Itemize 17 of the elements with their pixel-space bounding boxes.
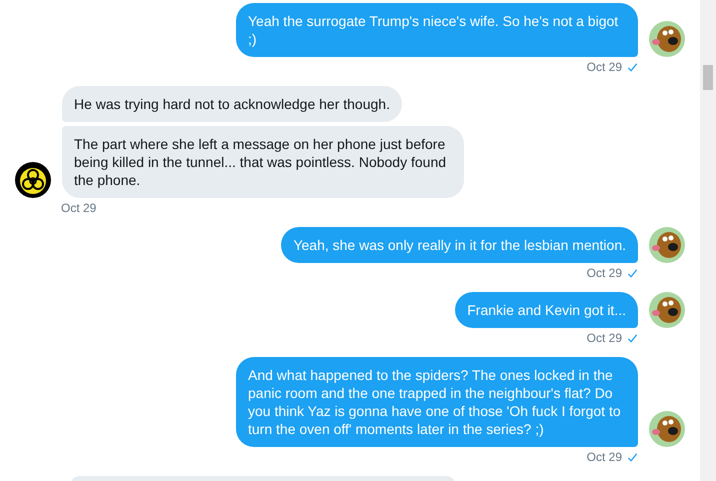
message-time: Oct 29 [586,331,622,345]
message-bubble: He was trying hard not to acknowledge her though. [62,86,402,122]
message-bubble: Yeah the surrogate Trump's niece's wife. So he's not a bigot ;) [236,3,638,57]
message-time: Oct 29 [586,60,622,74]
cartoon-dog-avatar-icon[interactable] [649,411,685,447]
message-time: Oct 29 [61,201,96,215]
scrollbar[interactable] [700,0,716,481]
message-bubble: The part where she left a message on her phone just before being killed in the tunnel... that was pointless. Nobody found the phone. [62,126,464,198]
message-bubble: And what happened to the spiders? The ones locked in the panic room and the one trapped in the neighbour's flat? Do you think Yaz is gonna have one of those 'Oh fuck I forgot to turn the oven off' moments later in the series? ;) [236,357,638,447]
cartoon-dog-avatar-icon[interactable] [649,292,685,328]
biohazard-avatar-icon[interactable] [15,162,51,198]
cartoon-dog-avatar-icon[interactable] [649,21,685,57]
message-time: Oct 29 [586,266,622,280]
message-bubble: Frankie and Kevin got it... [455,292,638,328]
message-time: Oct 29 [586,450,622,464]
message-bubble: Yeah, she was only really in it for the lesbian mention. [281,227,638,263]
cartoon-dog-avatar-icon[interactable] [649,227,685,263]
